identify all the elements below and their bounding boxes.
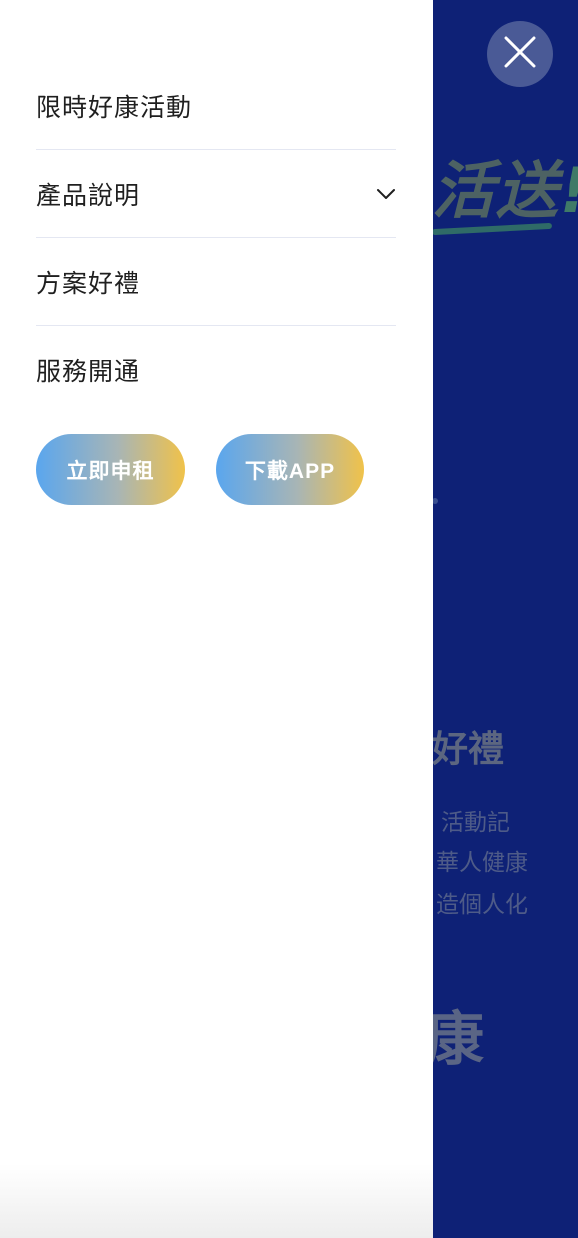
close-icon (503, 35, 537, 73)
background-text-line: 造個人化 (436, 892, 528, 918)
menu-item-promotions[interactable]: 限時好康活動 (36, 62, 396, 150)
menu-item-label: 產品說明 (36, 180, 141, 210)
background-headline: 活送! (432, 154, 578, 227)
menu-item-label: 服務開通 (36, 357, 141, 386)
menu-item-products[interactable]: 產品說明 (36, 150, 396, 238)
menu-item-label: 限時好康活動 (36, 92, 193, 122)
chevron-down-icon[interactable] (376, 184, 396, 204)
background-text-line: 活動記 (441, 810, 510, 836)
menu-item-label: 方案好禮 (36, 268, 141, 298)
menu-item-activation[interactable]: 服務開通 (36, 326, 396, 414)
menu-item-plans[interactable]: 方案好禮 (36, 238, 396, 326)
download-app-button[interactable]: 下載APP (216, 434, 364, 505)
background-text-line: 華人健康 (436, 850, 528, 876)
background-subtitle: 好禮 (432, 729, 505, 770)
nav-drawer: 限時好康活動 產品說明 方案好禮 服務開通 立即申租 下載APP (0, 0, 433, 1238)
close-button[interactable] (487, 21, 553, 87)
cta-buttons: 立即申租 下載APP (36, 434, 364, 505)
apply-button[interactable]: 立即申租 (36, 434, 185, 505)
background-big-text: 康 (426, 1005, 485, 1073)
nav-menu: 限時好康活動 產品說明 方案好禮 服務開通 (36, 62, 396, 414)
